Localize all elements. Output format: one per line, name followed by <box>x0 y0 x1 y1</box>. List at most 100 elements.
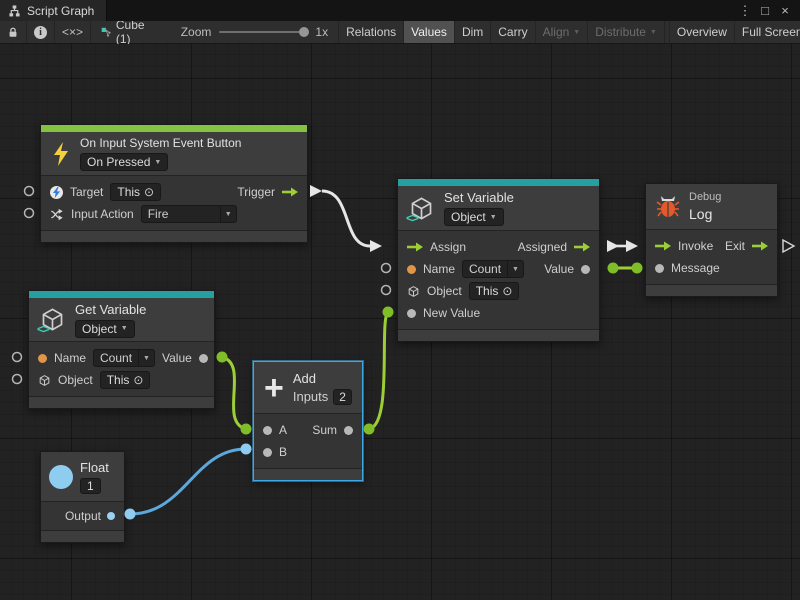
wire-getvalue-to-a[interactable] <box>222 357 246 429</box>
lock-icon <box>7 26 19 39</box>
value-wire-endpoint[interactable] <box>608 263 619 274</box>
zoom-slider-thumb[interactable] <box>299 27 309 37</box>
unconnected-port[interactable] <box>382 264 391 273</box>
inputs-count-field[interactable]: 2 <box>333 389 352 405</box>
relations-button[interactable]: Relations <box>338 21 404 43</box>
new-value-port[interactable] <box>407 309 416 318</box>
graph-canvas[interactable]: On Input System Event Button On Pressed▼… <box>0 44 800 600</box>
window-menu-icon[interactable]: ⋮ <box>736 0 754 21</box>
wire-sum-to-newvalue[interactable] <box>369 312 388 429</box>
group-selection-button[interactable]: <×> <box>55 21 91 43</box>
fullscreen-button[interactable]: Full Screen <box>735 21 800 43</box>
assign-row: Assign Assigned <box>398 236 599 258</box>
chevron-down-icon: ▼ <box>154 159 161 166</box>
unconnected-flow-port[interactable] <box>783 240 794 252</box>
sum-label: Sum <box>312 423 337 437</box>
unconnected-port[interactable] <box>13 375 22 384</box>
dim-button[interactable]: Dim <box>455 21 491 43</box>
maximize-icon[interactable]: □ <box>756 0 774 21</box>
unconnected-port[interactable] <box>382 286 391 295</box>
title-bar: Script Graph ⋮ □ × <box>0 0 800 21</box>
object-this-field[interactable]: This ⊙ <box>100 371 151 389</box>
value-wire-endpoint[interactable] <box>125 509 136 520</box>
value-wire-endpoint[interactable] <box>632 263 643 274</box>
a-port[interactable] <box>263 426 272 435</box>
distribute-dropdown[interactable]: Distribute▼ <box>588 21 665 43</box>
object-label: Object <box>427 284 462 298</box>
invoke-row: Invoke Exit <box>646 235 777 257</box>
output-row: Output <box>41 505 124 527</box>
node-get-variable[interactable]: <> Get Variable Object▼ Name Count ▼ <box>28 290 215 409</box>
unconnected-port[interactable] <box>25 209 34 218</box>
value-wire-endpoint[interactable] <box>241 444 252 455</box>
name-label: Name <box>423 262 455 276</box>
flow-wire-endpoint[interactable] <box>370 240 382 252</box>
flow-output-icon[interactable] <box>282 187 298 197</box>
object-label: Object <box>58 373 93 387</box>
object-picker-icon: ⊙ <box>144 185 154 199</box>
lock-button[interactable] <box>0 21 27 43</box>
zoom-value: 1x <box>315 25 328 39</box>
chevron-down-icon: ▼ <box>121 325 128 332</box>
info-icon: i <box>34 26 47 39</box>
node-add[interactable]: + Add Inputs 2 A Sum <box>253 361 363 481</box>
tab-script-graph[interactable]: Script Graph <box>0 0 107 21</box>
flow-output-icon[interactable] <box>752 241 768 251</box>
name-port[interactable] <box>407 265 416 274</box>
unconnected-port[interactable] <box>13 353 22 362</box>
flow-wire-endpoint[interactable] <box>626 240 638 252</box>
wire-output-to-b[interactable] <box>130 449 246 514</box>
values-button[interactable]: Values <box>404 21 455 43</box>
unconnected-port[interactable] <box>25 187 34 196</box>
object-this-field[interactable]: This ⊙ <box>469 282 520 300</box>
float-value-field[interactable]: 1 <box>80 478 101 494</box>
name-dropdown[interactable]: Count ▼ <box>93 349 155 367</box>
wire-trigger-to-assign[interactable] <box>322 191 370 246</box>
value-port[interactable] <box>199 354 208 363</box>
align-dropdown[interactable]: Align▼ <box>536 21 589 43</box>
graph-node-icon <box>101 25 111 39</box>
overview-button[interactable]: Overview <box>669 21 735 43</box>
node-title: Float <box>80 460 109 475</box>
a-sum-row: A Sum <box>254 419 362 441</box>
input-action-icon <box>50 208 64 221</box>
node-title: On Input System Event Button <box>80 136 241 150</box>
target-object-field[interactable]: This ⊙ <box>110 183 161 201</box>
output-port[interactable] <box>107 512 115 520</box>
inspect-button[interactable]: i <box>27 21 55 43</box>
value-wire-endpoint[interactable] <box>217 352 228 363</box>
event-mode-dropdown[interactable]: On Pressed▼ <box>80 153 168 171</box>
node-footer <box>29 397 214 408</box>
output-label: Output <box>65 509 101 523</box>
node-set-variable[interactable]: <> Set Variable Object▼ Assign Assigne <box>397 178 600 342</box>
value-wire-endpoint[interactable] <box>383 307 394 318</box>
graph-breadcrumb[interactable]: Cube (1) <box>91 21 159 43</box>
name-port[interactable] <box>38 354 47 363</box>
message-port[interactable] <box>655 264 664 273</box>
variable-kind-dropdown[interactable]: Object▼ <box>444 208 504 226</box>
zoom-slider[interactable] <box>219 31 307 33</box>
flow-wire-endpoint[interactable] <box>310 185 322 197</box>
input-action-dropdown[interactable]: Fire ▼ <box>141 205 237 223</box>
flow-output-icon[interactable] <box>574 242 590 252</box>
a-label: A <box>279 423 287 437</box>
chevron-down-icon: ▼ <box>650 29 657 36</box>
b-port[interactable] <box>263 448 272 457</box>
message-label: Message <box>671 261 720 275</box>
chevron-down-icon: ▼ <box>138 350 154 366</box>
object-picker-icon: ⊙ <box>502 284 512 298</box>
flow-input-icon[interactable] <box>655 241 671 251</box>
node-float[interactable]: Float 1 Output <box>40 451 125 543</box>
variable-kind-dropdown[interactable]: Object▼ <box>75 320 135 338</box>
name-dropdown[interactable]: Count ▼ <box>462 260 524 278</box>
sum-port[interactable] <box>344 426 353 435</box>
graph-tab-icon <box>8 5 21 17</box>
close-icon[interactable]: × <box>776 0 794 21</box>
value-port[interactable] <box>581 265 590 274</box>
value-wire-endpoint[interactable] <box>241 424 252 435</box>
node-debug-log[interactable]: Debug Log Invoke Exit <box>645 183 778 297</box>
value-wire-endpoint[interactable] <box>364 424 375 435</box>
carry-button[interactable]: Carry <box>491 21 535 43</box>
flow-input-icon[interactable] <box>407 242 423 252</box>
node-on-input-system-event[interactable]: On Input System Event Button On Pressed▼… <box>40 124 308 243</box>
